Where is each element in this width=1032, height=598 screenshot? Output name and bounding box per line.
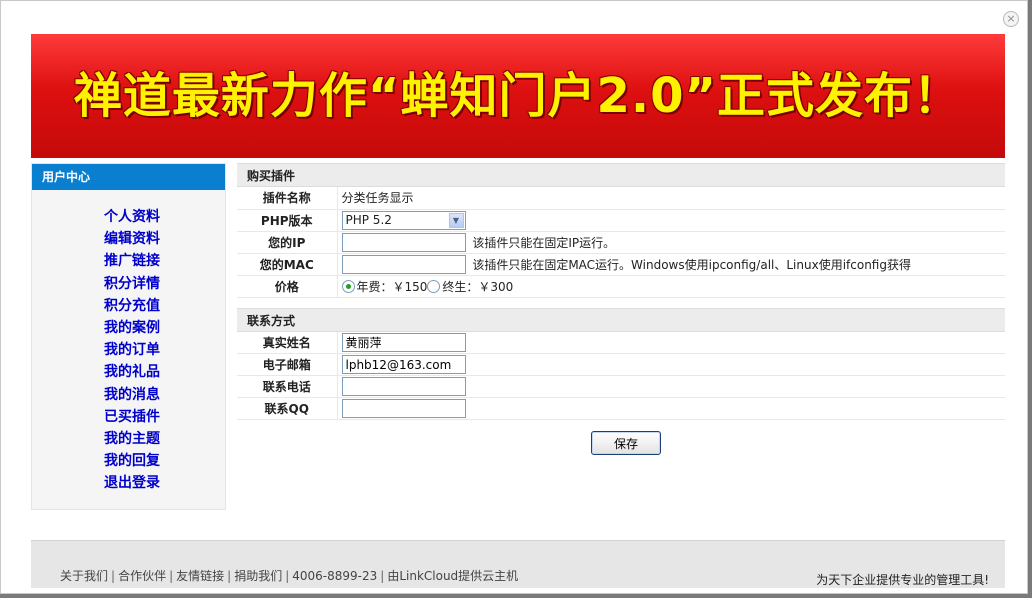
contact-table: 真实姓名 电子邮箱 联系电话 联系QQ <box>237 331 1005 420</box>
sidebar-item-my-cases: 我的案例 <box>32 317 225 339</box>
chevron-down-icon: ▼ <box>448 212 464 228</box>
real-name-input[interactable] <box>341 332 466 352</box>
sidebar-link[interactable]: 我的案例 <box>104 320 160 336</box>
sidebar-menu: 个人资料 编辑资料 推广链接 积分详情 积分充值 我的案例 我的订单 我的礼品 … <box>32 206 225 494</box>
footer-separator: | <box>227 569 232 583</box>
ip-input[interactable] <box>341 232 466 252</box>
footer-link-partners[interactable]: 合作伙伴 <box>118 569 166 583</box>
sidebar-item-points-detail: 积分详情 <box>32 273 225 295</box>
phone-label: 联系电话 <box>237 375 338 398</box>
sidebar-item-my-orders: 我的订单 <box>32 339 225 361</box>
footer-separator: | <box>380 569 385 583</box>
purchase-table: 插件名称 分类任务显示 PHP版本 PHP 5.2 ▼ 您的IP 该插件只能在固… <box>237 187 1005 298</box>
banner-headline: 禅道最新力作“蝉知门户2.0”正式发布！ <box>73 68 963 124</box>
sidebar-link[interactable]: 我的回复 <box>104 453 160 469</box>
qq-label: 联系QQ <box>237 397 338 420</box>
plugin-name-label: 插件名称 <box>237 187 338 210</box>
sidebar-item-profile: 个人资料 <box>32 206 225 228</box>
sidebar-link[interactable]: 我的礼品 <box>104 364 160 380</box>
mac-input[interactable] <box>341 254 466 274</box>
footer-link-friend-links[interactable]: 友情链接 <box>176 569 224 583</box>
sidebar-item-my-messages: 我的消息 <box>32 384 225 406</box>
plugin-name-value: 分类任务显示 <box>337 187 1005 210</box>
save-button[interactable]: 保存 <box>591 431 661 455</box>
table-row: 真实姓名 <box>237 331 1005 354</box>
php-version-selected: PHP 5.2 <box>345 212 392 227</box>
sidebar-link[interactable]: 积分充值 <box>104 298 160 314</box>
purchase-section-title: 购买插件 <box>237 163 1005 187</box>
sidebar-link[interactable]: 已买插件 <box>104 409 160 425</box>
sidebar-item-my-gifts: 我的礼品 <box>32 361 225 383</box>
sidebar-link[interactable]: 积分详情 <box>104 276 160 292</box>
sidebar-link[interactable]: 编辑资料 <box>104 231 160 247</box>
sidebar-item-my-replies: 我的回复 <box>32 450 225 472</box>
sidebar-item-referral-link: 推广链接 <box>32 250 225 272</box>
sidebar-item-edit-profile: 编辑资料 <box>32 228 225 250</box>
footer-links: 关于我们 | 合作伙伴 | 友情链接 | 捐助我们 | 4006-8899-23 | 由LinkCl… <box>60 567 518 584</box>
footer-link-linkcloud[interactable]: 由LinkCloud提供云主机 <box>387 569 518 583</box>
footer-link-about[interactable]: 关于我们 <box>60 569 108 583</box>
php-version-label: PHP版本 <box>237 209 338 232</box>
table-row: 插件名称 分类任务显示 <box>237 187 1005 210</box>
sidebar-link[interactable]: 我的消息 <box>104 387 160 403</box>
sidebar-item-points-recharge: 积分充值 <box>32 295 225 317</box>
sidebar-item-purchased-plugins: 已买插件 <box>32 406 225 428</box>
footer-separator: | <box>169 569 174 583</box>
sidebar-link[interactable]: 推广链接 <box>104 253 160 269</box>
price-lifetime-label: 终生：￥300 <box>442 279 514 294</box>
plugin-purchase-dialog: × 禅道最新力作“蝉知门户2.0”正式发布！ 用户中心 个人资料 编辑资料 推广… <box>0 0 1028 594</box>
price-label: 价格 <box>237 275 338 298</box>
main-form-area: 购买插件 插件名称 分类任务显示 PHP版本 PHP 5.2 ▼ 您的IP 该插… <box>237 163 1005 455</box>
table-row: 您的IP 该插件只能在固定IP运行。 <box>237 231 1005 254</box>
sidebar-item-logout: 退出登录 <box>32 472 225 494</box>
promo-banner[interactable]: 禅道最新力作“蝉知门户2.0”正式发布！ <box>31 34 1005 158</box>
ip-label: 您的IP <box>237 231 338 254</box>
table-row: 价格 年费：￥150 终生：￥300 <box>237 275 1005 298</box>
price-annual-label: 年费：￥150 <box>356 279 428 294</box>
footer-link-donate[interactable]: 捐助我们 <box>234 569 282 583</box>
footer-separator: | <box>285 569 290 583</box>
email-input[interactable] <box>341 355 466 374</box>
table-row: 电子邮箱 <box>237 353 1005 376</box>
footer-separator: | <box>111 569 116 583</box>
footer: 关于我们 | 合作伙伴 | 友情链接 | 捐助我们 | 4006-8899-23 | 由LinkCl… <box>31 540 1005 588</box>
ip-hint: 该插件只能在固定IP运行。 <box>472 235 616 250</box>
table-row: PHP版本 PHP 5.2 ▼ <box>237 209 1005 232</box>
sidebar-link[interactable]: 我的订单 <box>104 342 160 358</box>
php-version-select[interactable]: PHP 5.2 ▼ <box>341 210 466 230</box>
price-lifetime-radio[interactable] <box>427 279 441 293</box>
qq-input[interactable] <box>341 399 466 418</box>
table-row: 联系电话 <box>237 375 1005 398</box>
sidebar-link[interactable]: 我的主题 <box>104 431 160 447</box>
table-row: 您的MAC 该插件只能在固定MAC运行。Windows使用ipconfig/al… <box>237 253 1005 276</box>
footer-slogan: 为天下企业提供专业的管理工具! <box>816 573 989 587</box>
email-label: 电子邮箱 <box>237 353 338 376</box>
table-row: 联系QQ <box>237 397 1005 420</box>
phone-input[interactable] <box>341 377 466 396</box>
user-center-sidebar: 用户中心 个人资料 编辑资料 推广链接 积分详情 积分充值 我的案例 我的订单 … <box>31 163 226 510</box>
sidebar-item-my-topics: 我的主题 <box>32 428 225 450</box>
contact-section-title: 联系方式 <box>237 307 1005 332</box>
mac-hint: 该插件只能在固定MAC运行。Windows使用ipconfig/all、Linu… <box>472 257 911 272</box>
close-icon[interactable]: × <box>1003 11 1019 27</box>
sidebar-title: 用户中心 <box>32 164 225 190</box>
price-annual-radio[interactable] <box>341 279 355 293</box>
mac-label: 您的MAC <box>237 253 338 276</box>
sidebar-link[interactable]: 个人资料 <box>104 209 160 225</box>
footer-phone: 4006-8899-23 <box>292 569 378 583</box>
real-name-label: 真实姓名 <box>237 331 338 354</box>
sidebar-link[interactable]: 退出登录 <box>104 475 160 491</box>
